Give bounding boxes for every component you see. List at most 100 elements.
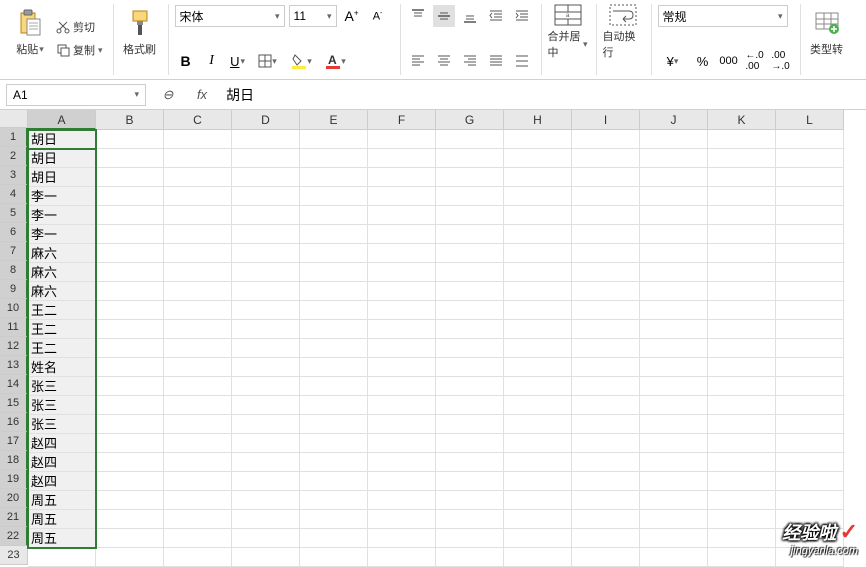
row-header-17[interactable]: 17 bbox=[0, 432, 28, 451]
cell[interactable] bbox=[232, 548, 300, 567]
cell[interactable] bbox=[436, 282, 504, 301]
cell[interactable] bbox=[96, 130, 164, 149]
cell[interactable] bbox=[368, 225, 436, 244]
cell[interactable] bbox=[96, 453, 164, 472]
cell[interactable] bbox=[232, 130, 300, 149]
cell[interactable] bbox=[96, 434, 164, 453]
cell[interactable] bbox=[300, 225, 368, 244]
row-header-22[interactable]: 22 bbox=[0, 527, 28, 546]
cell[interactable]: 张三 bbox=[28, 377, 96, 396]
format-painter-button[interactable]: 格式刷 bbox=[120, 4, 160, 60]
cell[interactable] bbox=[572, 339, 640, 358]
cell[interactable] bbox=[776, 168, 844, 187]
cell[interactable] bbox=[504, 168, 572, 187]
cell[interactable] bbox=[300, 282, 368, 301]
cell[interactable] bbox=[708, 453, 776, 472]
bold-button[interactable]: B bbox=[175, 50, 197, 72]
cell[interactable] bbox=[96, 282, 164, 301]
cell[interactable] bbox=[164, 529, 232, 548]
cell[interactable] bbox=[640, 282, 708, 301]
cell[interactable] bbox=[164, 339, 232, 358]
cell[interactable] bbox=[300, 377, 368, 396]
cell[interactable] bbox=[640, 472, 708, 491]
cell[interactable] bbox=[164, 168, 232, 187]
align-right-button[interactable] bbox=[459, 50, 481, 72]
cell[interactable] bbox=[436, 225, 504, 244]
cell[interactable] bbox=[504, 415, 572, 434]
cell[interactable] bbox=[232, 187, 300, 206]
cell[interactable] bbox=[504, 320, 572, 339]
cell[interactable] bbox=[640, 358, 708, 377]
cell[interactable] bbox=[708, 130, 776, 149]
row-header-8[interactable]: 8 bbox=[0, 261, 28, 280]
cell[interactable] bbox=[300, 491, 368, 510]
cell[interactable] bbox=[164, 225, 232, 244]
cell[interactable]: 周五 bbox=[28, 491, 96, 510]
number-format-select[interactable]: 常规 ▾ bbox=[658, 5, 788, 27]
increase-indent-button[interactable] bbox=[511, 5, 533, 27]
row-header-21[interactable]: 21 bbox=[0, 508, 28, 527]
cell[interactable] bbox=[96, 339, 164, 358]
cell[interactable] bbox=[572, 415, 640, 434]
cell[interactable] bbox=[504, 301, 572, 320]
cell[interactable] bbox=[436, 168, 504, 187]
cell[interactable] bbox=[640, 339, 708, 358]
formula-input[interactable] bbox=[222, 84, 860, 106]
cell[interactable] bbox=[300, 187, 368, 206]
cell[interactable] bbox=[776, 472, 844, 491]
cell[interactable] bbox=[436, 339, 504, 358]
cell[interactable] bbox=[708, 263, 776, 282]
cell[interactable] bbox=[572, 529, 640, 548]
cell[interactable] bbox=[368, 377, 436, 396]
row-header-9[interactable]: 9 bbox=[0, 280, 28, 299]
cell[interactable] bbox=[776, 453, 844, 472]
cell[interactable] bbox=[572, 396, 640, 415]
cell[interactable]: 王二 bbox=[28, 301, 96, 320]
copy-button[interactable]: 复制 ▾ bbox=[54, 40, 105, 60]
row-header-20[interactable]: 20 bbox=[0, 489, 28, 508]
row-header-5[interactable]: 5 bbox=[0, 204, 28, 223]
cell[interactable] bbox=[164, 149, 232, 168]
cell[interactable] bbox=[776, 434, 844, 453]
name-box[interactable]: A1 ▾ bbox=[6, 84, 146, 106]
border-button[interactable]: ▾ bbox=[253, 50, 283, 72]
row-header-1[interactable]: 1 bbox=[0, 128, 28, 147]
cell[interactable] bbox=[232, 168, 300, 187]
cell[interactable] bbox=[504, 339, 572, 358]
cell[interactable] bbox=[776, 263, 844, 282]
percent-button[interactable]: % bbox=[692, 50, 714, 72]
cell[interactable] bbox=[640, 130, 708, 149]
cell[interactable] bbox=[96, 415, 164, 434]
cell[interactable] bbox=[368, 434, 436, 453]
cell[interactable] bbox=[708, 187, 776, 206]
cell[interactable] bbox=[164, 472, 232, 491]
cell[interactable] bbox=[640, 491, 708, 510]
cell[interactable] bbox=[232, 301, 300, 320]
wrap-text-button[interactable]: 自动换行 bbox=[603, 4, 643, 60]
cell[interactable] bbox=[368, 320, 436, 339]
cell[interactable] bbox=[572, 206, 640, 225]
cell[interactable] bbox=[640, 320, 708, 339]
grid[interactable]: 胡日胡日胡日李一李一李一麻六麻六麻六王二王二王二姓名张三张三张三赵四赵四赵四周五… bbox=[28, 130, 866, 567]
row-header-13[interactable]: 13 bbox=[0, 356, 28, 375]
cell[interactable] bbox=[300, 453, 368, 472]
decrease-indent-button[interactable] bbox=[485, 5, 507, 27]
cell[interactable] bbox=[232, 415, 300, 434]
cell[interactable] bbox=[776, 358, 844, 377]
col-header-C[interactable]: C bbox=[164, 110, 232, 130]
cell[interactable] bbox=[368, 149, 436, 168]
cell[interactable] bbox=[640, 396, 708, 415]
cell[interactable] bbox=[96, 396, 164, 415]
cell[interactable] bbox=[164, 206, 232, 225]
cell[interactable]: 赵四 bbox=[28, 453, 96, 472]
cell[interactable] bbox=[436, 491, 504, 510]
cell[interactable] bbox=[776, 529, 844, 548]
cell[interactable] bbox=[504, 491, 572, 510]
increase-decimal-button[interactable]: ←.0.00 bbox=[744, 50, 766, 72]
cell[interactable] bbox=[708, 377, 776, 396]
cell[interactable]: 李一 bbox=[28, 206, 96, 225]
cell[interactable] bbox=[300, 206, 368, 225]
cell[interactable] bbox=[708, 415, 776, 434]
cell[interactable] bbox=[572, 149, 640, 168]
cell[interactable] bbox=[572, 225, 640, 244]
